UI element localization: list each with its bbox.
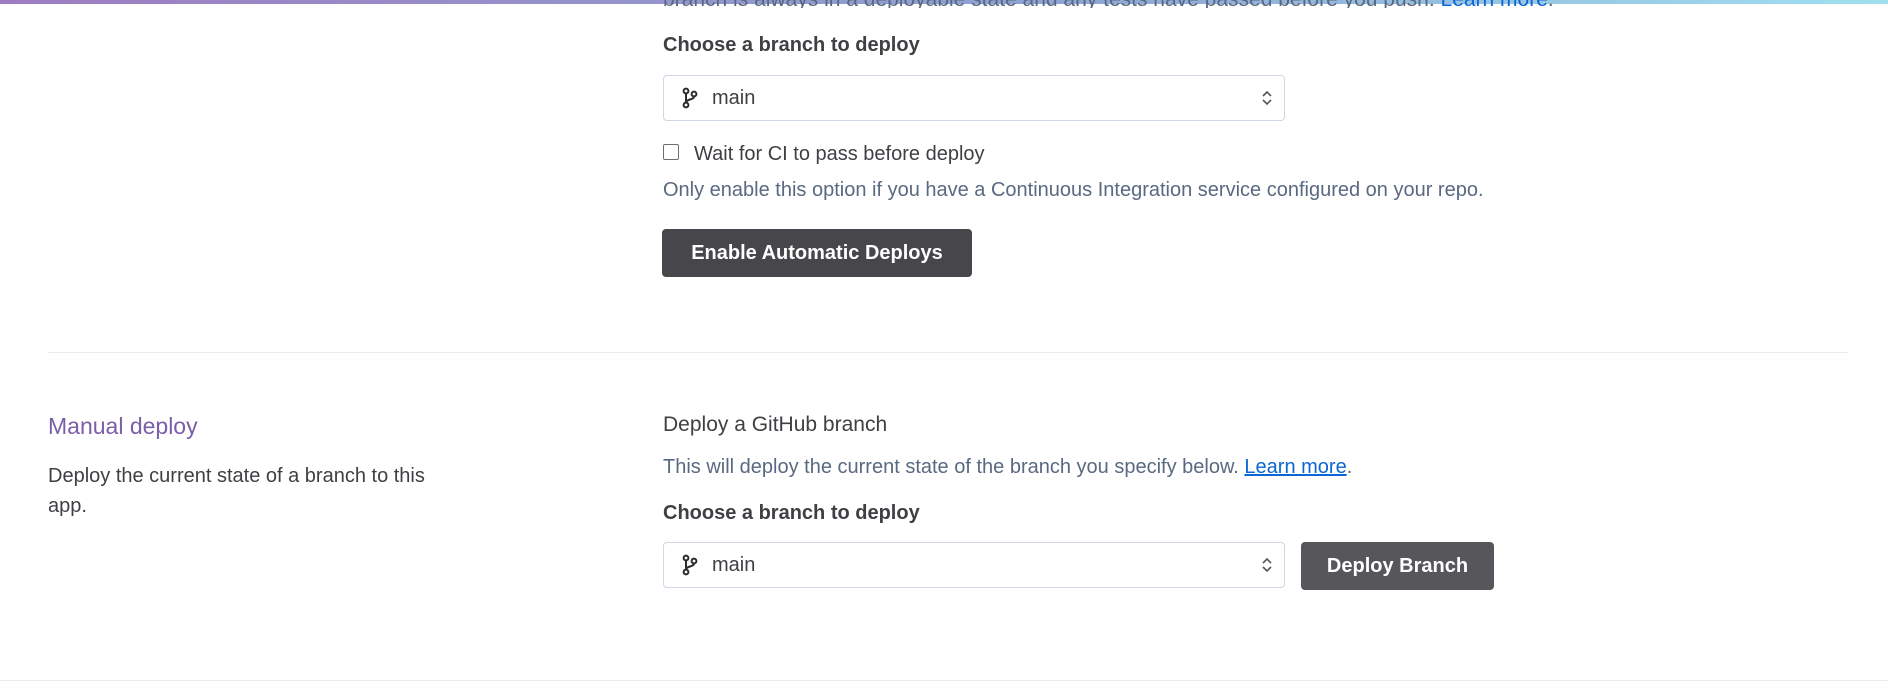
manual-branch-label: Choose a branch to deploy bbox=[663, 502, 920, 524]
manual-branch-select[interactable]: main bbox=[663, 542, 1285, 588]
auto-branch-label: Choose a branch to deploy bbox=[663, 34, 920, 56]
git-branch-icon bbox=[682, 86, 700, 110]
auto-deploy-intro-text: branch is always in a deployable state a… bbox=[663, 0, 1554, 8]
ci-hint-text: Only enable this option if you have a Co… bbox=[663, 179, 1484, 201]
auto-branch-value: main bbox=[712, 86, 756, 109]
section-divider bbox=[48, 352, 1848, 353]
manual-deploy-title: Manual deploy bbox=[48, 413, 198, 439]
manual-deploy-desc: This will deploy the current state of th… bbox=[663, 456, 1353, 478]
auto-branch-select[interactable]: main bbox=[663, 75, 1285, 121]
wait-for-ci-label[interactable]: Wait for CI to pass before deploy bbox=[694, 143, 985, 166]
deploy-branch-button[interactable]: Deploy Branch bbox=[1301, 542, 1494, 590]
auto-deploy-learn-more-link[interactable]: Learn more bbox=[1441, 0, 1548, 8]
manual-deploy-learn-more-link[interactable]: Learn more bbox=[1244, 456, 1346, 478]
wait-for-ci-checkbox[interactable] bbox=[663, 144, 679, 160]
git-branch-icon bbox=[682, 553, 700, 577]
manual-deploy-description: Deploy the current state of a branch to … bbox=[48, 465, 425, 517]
select-chevrons-icon bbox=[1260, 555, 1274, 575]
deploy-github-branch-heading: Deploy a GitHub branch bbox=[663, 413, 888, 436]
manual-branch-value: main bbox=[712, 553, 756, 576]
enable-automatic-deploys-button[interactable]: Enable Automatic Deploys bbox=[662, 229, 972, 277]
bottom-divider bbox=[0, 680, 1888, 681]
select-chevrons-icon bbox=[1260, 88, 1274, 108]
